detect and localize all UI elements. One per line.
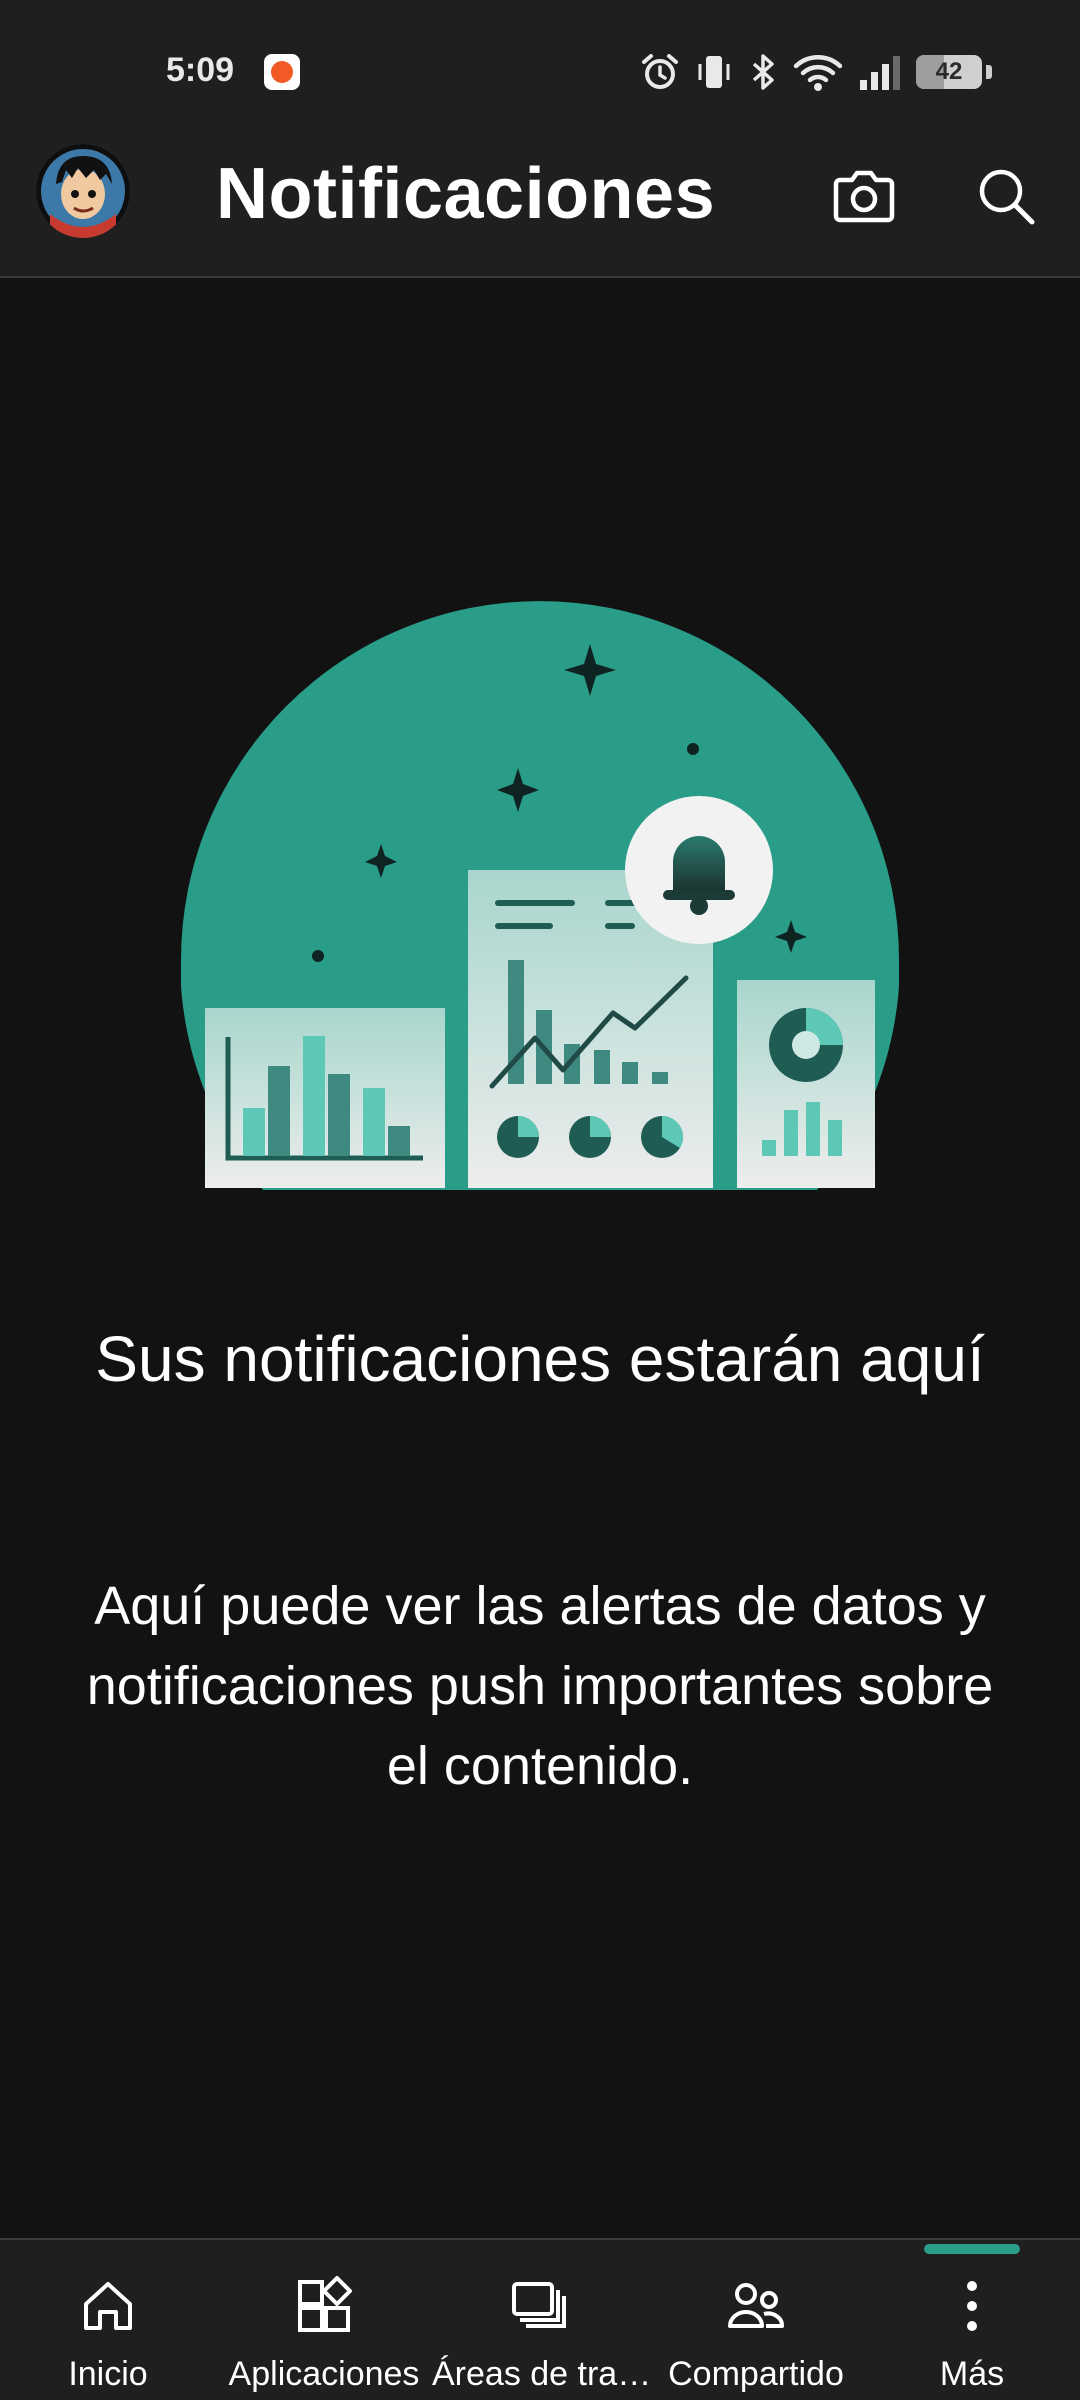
battery-tip <box>986 65 992 79</box>
nav-item-inicio[interactable]: Inicio <box>0 2240 216 2400</box>
empty-state-body: Aquí puede ver las alertas de datos y no… <box>86 1576 994 1796</box>
battery-icon: 42 <box>916 55 982 89</box>
nav-item-compartido[interactable]: Compartido <box>648 2240 864 2400</box>
nav-label-aplicaciones: Aplicaciones <box>228 2355 420 2393</box>
page-title: Notificaciones <box>216 154 716 234</box>
wifi-icon <box>793 55 843 91</box>
apps-icon <box>298 2276 352 2332</box>
nav-label-compartido: Compartido <box>668 2355 844 2393</box>
alarm-icon <box>642 54 678 89</box>
notification-app-icon <box>264 54 300 90</box>
bottom-navigation: Inicio Aplicaciones Áreas de tra… Compar… <box>0 2238 1080 2400</box>
camera-button[interactable] <box>828 160 900 232</box>
notifications-screen: 5:09 42 Notificaciones Sus notificacione… <box>0 0 1080 2400</box>
status-time: 5:09 <box>166 51 235 89</box>
more-vertical-icon <box>967 2281 977 2331</box>
bluetooth-icon <box>752 54 774 90</box>
signal-icon <box>860 56 900 90</box>
status-bar: 5:09 42 <box>0 0 1080 130</box>
shared-icon <box>728 2283 784 2328</box>
nav-item-areas-de-trabajo[interactable]: Áreas de tra… <box>432 2240 648 2400</box>
avatar-image <box>36 144 130 238</box>
status-icons: 42 <box>640 48 992 96</box>
search-button[interactable] <box>970 160 1042 232</box>
notifications-illustration <box>170 601 910 1200</box>
nav-item-aplicaciones[interactable]: Aplicaciones <box>216 2240 432 2400</box>
nav-label-inicio: Inicio <box>68 2355 148 2393</box>
avatar[interactable] <box>36 144 130 238</box>
camera-icon <box>833 170 895 223</box>
workspaces-icon <box>512 2282 566 2328</box>
nav-item-mas[interactable]: Más <box>864 2240 1080 2400</box>
search-icon <box>979 169 1035 225</box>
nav-label-mas: Más <box>939 2355 1005 2393</box>
vibrate-icon <box>698 56 730 88</box>
nav-label-areas-de-trabajo: Áreas de tra… <box>432 2355 648 2393</box>
app-bar: Notificaciones <box>0 130 1080 278</box>
battery-level: 42 <box>935 58 963 85</box>
home-icon <box>84 2282 132 2330</box>
empty-state-title: Sus notificaciones estarán aquí <box>95 1323 985 1395</box>
